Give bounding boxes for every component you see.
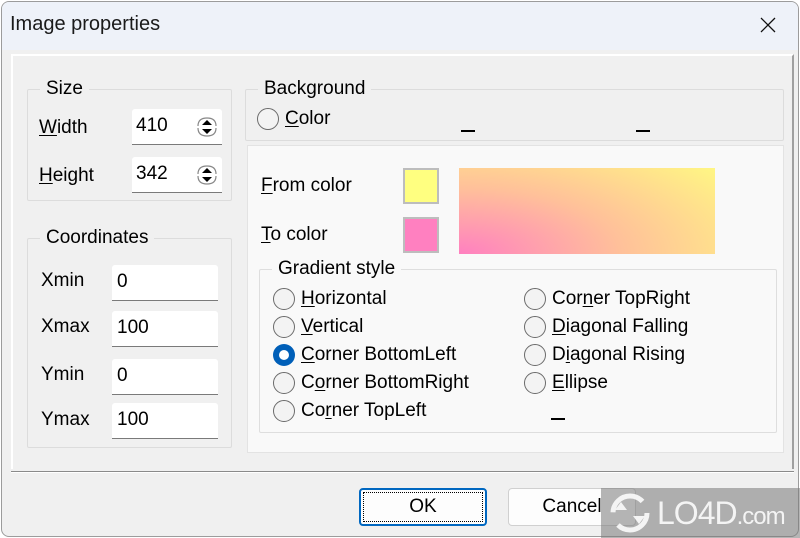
to-color-swatch[interactable] xyxy=(403,217,439,253)
height-value[interactable]: 342 xyxy=(136,163,168,185)
background-group-legend: Background xyxy=(258,77,372,101)
gradient-panel: From color To color Gradient style Horiz… xyxy=(247,145,784,453)
coordinates-group: Coordinates Xmin 0 Xmax 100 Ymin 0 Ymax … xyxy=(27,226,232,448)
spin-arrows-icon[interactable] xyxy=(196,163,218,187)
xmin-label: Xmin xyxy=(41,270,85,291)
coordinates-group-legend: Coordinates xyxy=(40,226,155,250)
radio-unchecked-icon xyxy=(273,316,295,338)
placeholder-dash xyxy=(461,130,475,132)
style-diagonal-rising-radio[interactable]: Diagonal Rising xyxy=(524,343,685,367)
dialog-body: Size Width 410 Height 342 Coordinates Xm… xyxy=(11,54,794,469)
ok-button[interactable]: OK xyxy=(359,488,487,526)
background-group: Background Color xyxy=(245,77,784,141)
radio-unchecked-icon xyxy=(524,372,546,394)
radio-unchecked-icon xyxy=(524,344,546,366)
size-group: Size Width 410 Height 342 xyxy=(27,77,232,201)
radio-unchecked-icon xyxy=(257,108,279,130)
to-color-label: To color xyxy=(261,224,328,245)
from-color-swatch[interactable] xyxy=(403,168,439,204)
ymax-label: Ymax xyxy=(41,409,90,430)
close-icon xyxy=(760,17,776,33)
radio-checked-icon xyxy=(273,344,295,366)
height-label: Height xyxy=(39,165,94,186)
lo4d-watermark: LO4D.com xyxy=(601,488,800,538)
placeholder-dash xyxy=(636,130,650,132)
style-diagonal-falling-radio[interactable]: Diagonal Falling xyxy=(524,315,688,339)
radio-unchecked-icon xyxy=(273,400,295,422)
gradient-style-group: Gradient style Horizontal Vertical Corne… xyxy=(259,257,777,433)
style-vertical-radio[interactable]: Vertical xyxy=(273,315,363,339)
style-horizontal-radio[interactable]: Horizontal xyxy=(273,287,387,311)
image-properties-dialog: Image properties Size Width 410 Height 3… xyxy=(1,1,799,537)
close-button[interactable] xyxy=(738,2,798,48)
lo4d-logo-icon xyxy=(610,493,650,533)
width-value[interactable]: 410 xyxy=(136,115,168,137)
size-group-legend: Size xyxy=(40,77,89,101)
background-color-label: Color xyxy=(285,108,331,129)
style-corner-topleft-radio[interactable]: Corner TopLeft xyxy=(273,399,426,423)
gradient-style-legend: Gradient style xyxy=(272,257,402,281)
ymin-label: Ymin xyxy=(41,364,85,385)
gradient-preview xyxy=(459,168,715,254)
xmax-input[interactable]: 100 xyxy=(112,311,218,347)
button-separator xyxy=(11,471,794,473)
width-spinbox[interactable]: 410 xyxy=(132,109,222,145)
from-color-label: From color xyxy=(261,175,352,196)
xmin-input[interactable]: 0 xyxy=(112,265,218,301)
watermark-text: LO4D.com xyxy=(657,494,786,531)
style-corner-bottomleft-radio[interactable]: Corner BottomLeft xyxy=(273,343,456,367)
radio-unchecked-icon xyxy=(524,316,546,338)
style-corner-topright-radio[interactable]: Corner TopRight xyxy=(524,287,690,311)
radio-unchecked-icon xyxy=(273,372,295,394)
height-spinbox[interactable]: 342 xyxy=(132,157,222,193)
style-ellipse-radio[interactable]: Ellipse xyxy=(524,371,608,395)
width-label: Width xyxy=(39,117,88,138)
radio-unchecked-icon xyxy=(273,288,295,310)
placeholder-dash xyxy=(551,418,565,420)
spin-arrows-icon[interactable] xyxy=(196,115,218,139)
radio-unchecked-icon xyxy=(524,288,546,310)
title-bar: Image properties xyxy=(2,2,798,50)
xmax-label: Xmax xyxy=(41,316,90,337)
ymax-input[interactable]: 100 xyxy=(112,403,218,439)
style-corner-bottomright-radio[interactable]: Corner BottomRight xyxy=(273,371,469,395)
window-title: Image properties xyxy=(10,13,161,35)
background-color-radio[interactable]: Color xyxy=(257,107,330,131)
ymin-input[interactable]: 0 xyxy=(112,359,218,395)
focus-rect xyxy=(363,492,483,522)
